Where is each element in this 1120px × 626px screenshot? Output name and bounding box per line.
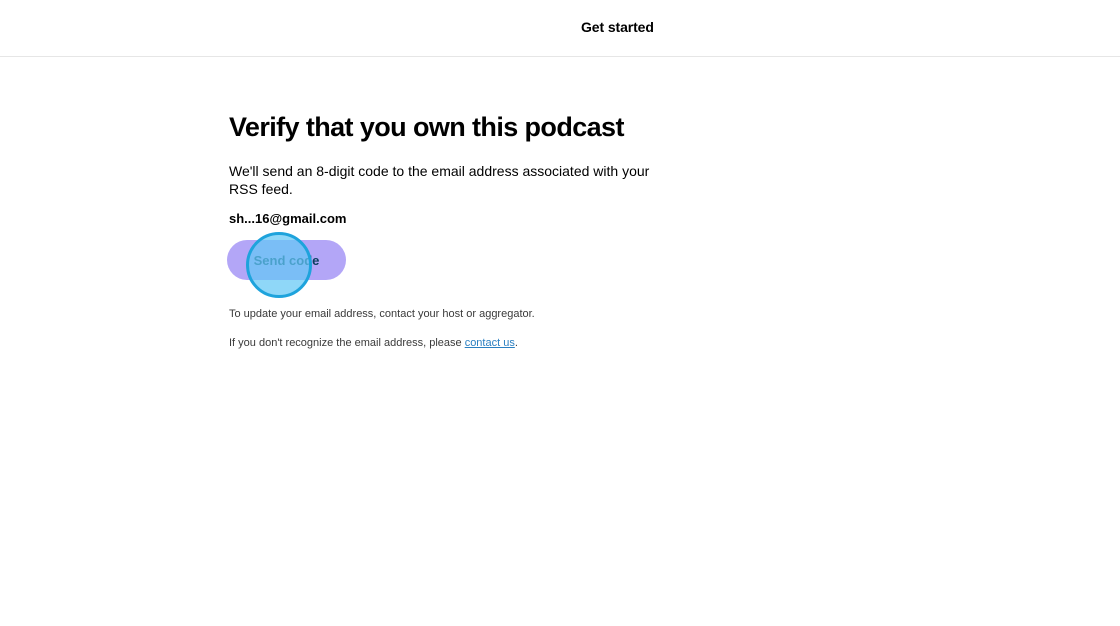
masked-email: sh...16@gmail.com bbox=[229, 211, 347, 226]
update-email-note: To update your email address, contact yo… bbox=[229, 308, 535, 320]
send-code-label: Send code bbox=[253, 252, 320, 268]
unrecognized-email-note: If you don't recognize the email address… bbox=[229, 336, 518, 350]
send-code-button[interactable]: Send code bbox=[227, 240, 346, 280]
top-bar: Get started bbox=[0, 0, 1120, 57]
verify-panel: Verify that you own this podcast We'll s… bbox=[227, 110, 669, 349]
description-text: We'll send an 8-digit code to the email … bbox=[229, 163, 650, 197]
unrecognized-note-prefix: If you don't recognize the email address… bbox=[229, 337, 465, 349]
contact-us-link[interactable]: contact us bbox=[465, 337, 515, 349]
header-title: Get started bbox=[581, 19, 654, 35]
page-title: Verify that you own this podcast bbox=[229, 112, 624, 142]
unrecognized-note-suffix: . bbox=[514, 337, 518, 349]
